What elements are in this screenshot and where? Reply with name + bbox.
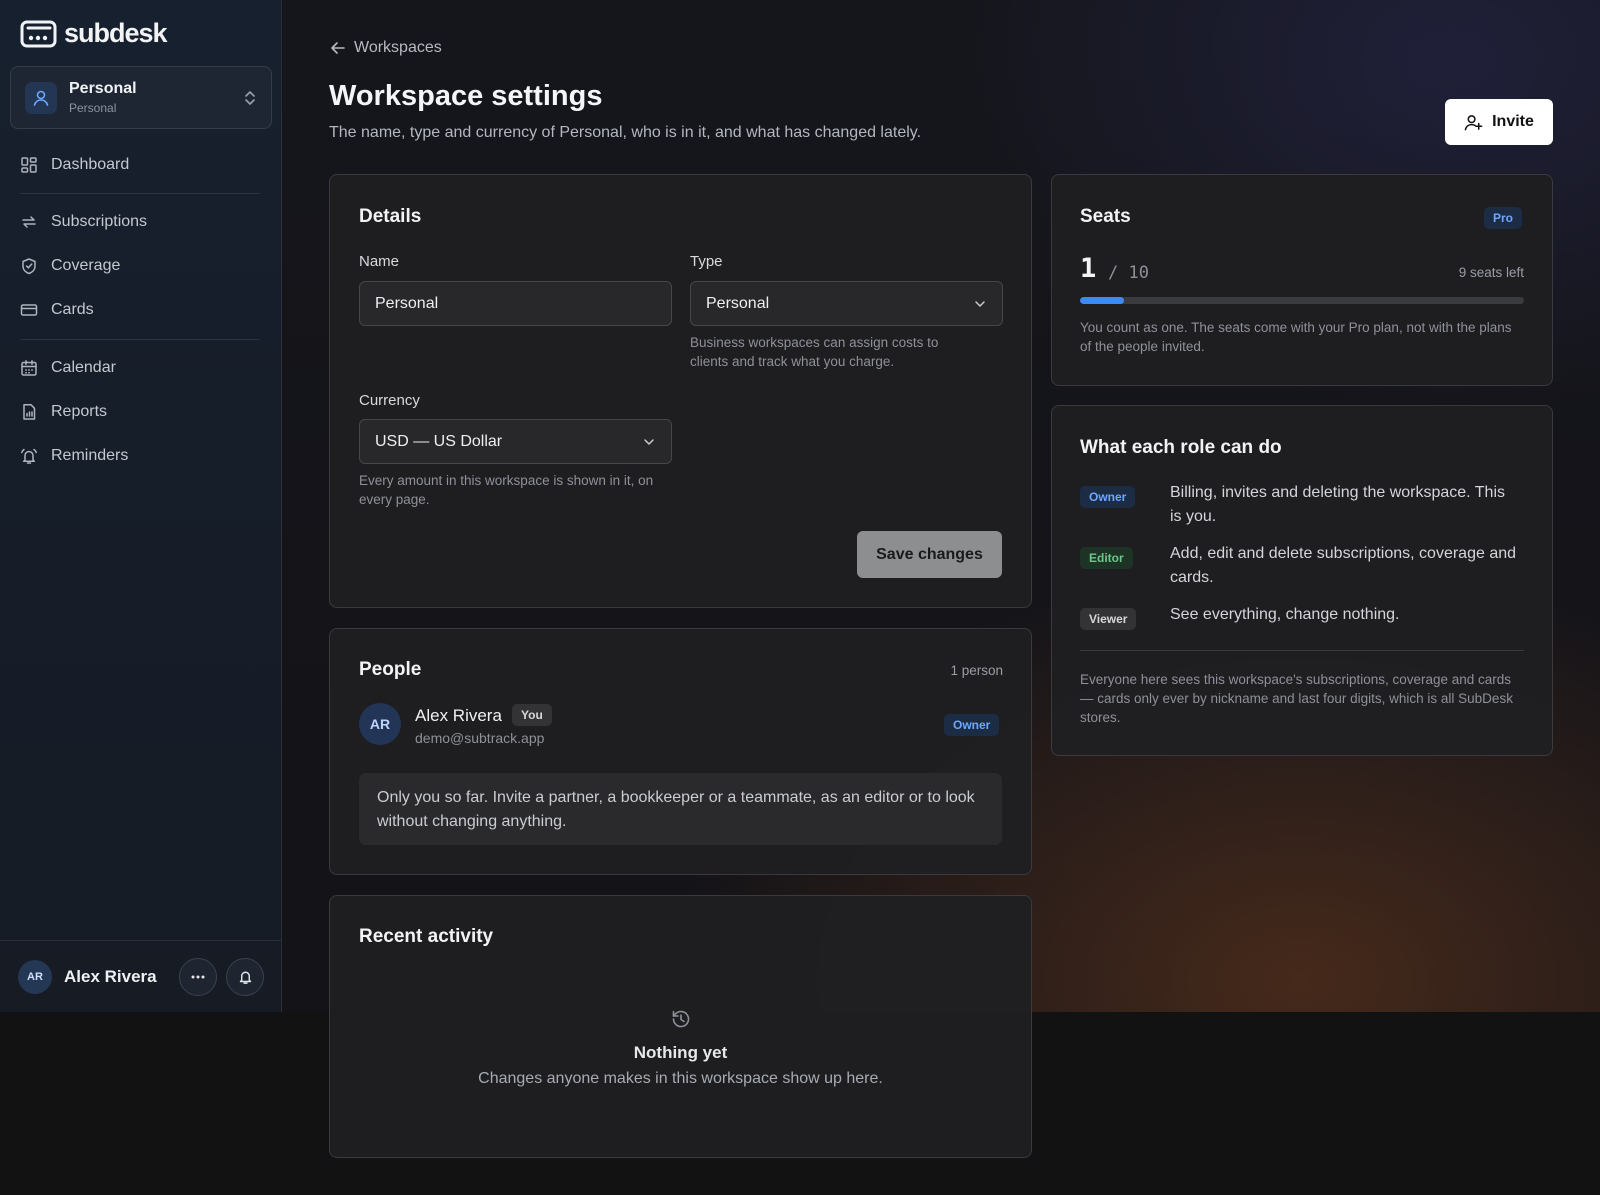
owner-role-description: Billing, invites and deleting the worksp… bbox=[1170, 484, 1505, 525]
save-button[interactable]: Save changes bbox=[857, 531, 1002, 578]
user-plus-icon bbox=[1464, 114, 1483, 130]
seats-total: / 10 bbox=[1108, 263, 1149, 283]
currency-label: Currency bbox=[359, 392, 420, 409]
activity-title: Recent activity bbox=[359, 926, 494, 947]
currency-hint: Every amount in this workspace is shown … bbox=[359, 473, 654, 507]
sidebar-item-label: Reminders bbox=[51, 447, 129, 464]
people-empty-note: Only you so far. Invite a partner, a boo… bbox=[359, 773, 1002, 845]
bell-icon bbox=[239, 971, 251, 984]
user-name: Alex Rivera bbox=[64, 966, 157, 986]
arrow-left-icon bbox=[331, 42, 345, 54]
role-badge: Owner bbox=[944, 714, 1000, 736]
app-logo[interactable]: subdesk bbox=[20, 18, 168, 49]
nav-divider bbox=[20, 339, 260, 340]
you-badge: You bbox=[512, 704, 552, 726]
seats-note: You count as one. The seats come with yo… bbox=[1080, 320, 1512, 354]
owner-role-badge: Owner bbox=[1080, 486, 1136, 508]
viewer-role-badge: Viewer bbox=[1080, 608, 1137, 630]
calendar-icon bbox=[21, 360, 37, 376]
type-hint: Business workspaces can assign costs to … bbox=[690, 335, 939, 369]
app-name: subdesk bbox=[64, 18, 168, 48]
sidebar-item-subscriptions[interactable]: Subscriptions bbox=[20, 207, 147, 237]
sidebar-user: AR Alex Rivera bbox=[0, 940, 282, 1012]
avatar: AR bbox=[359, 703, 401, 745]
editor-role-description: Add, edit and delete subscriptions, cove… bbox=[1170, 545, 1517, 586]
sidebar-item-reminders[interactable]: Reminders bbox=[20, 441, 128, 471]
roles-title: What each role can do bbox=[1080, 437, 1282, 458]
roles-note: Everyone here sees this workspace's subs… bbox=[1080, 672, 1513, 725]
activity-empty-text: Changes anyone makes in this workspace s… bbox=[478, 1070, 883, 1087]
page-title: Workspace settings bbox=[329, 80, 603, 112]
plan-badge: Pro bbox=[1484, 207, 1523, 229]
workspace-name: Personal bbox=[69, 80, 137, 97]
sidebar: subdesk Personal Personal Dashboard Subs… bbox=[0, 0, 282, 1012]
details-title: Details bbox=[359, 206, 422, 227]
sidebar-item-calendar[interactable]: Calendar bbox=[20, 353, 116, 383]
activity-empty-title: Nothing yet bbox=[633, 1043, 728, 1062]
name-input[interactable]: Personal bbox=[359, 281, 672, 326]
shield-icon bbox=[22, 258, 36, 275]
sidebar-item-cards[interactable]: Cards bbox=[20, 295, 94, 325]
user-icon bbox=[25, 81, 57, 114]
sidebar-item-label: Reports bbox=[51, 403, 108, 420]
roles-divider bbox=[1080, 650, 1524, 651]
sidebar-item-reports[interactable]: Reports bbox=[20, 397, 107, 427]
sidebar-item-label: Cards bbox=[51, 301, 94, 318]
sidebar-item-dashboard[interactable]: Dashboard bbox=[20, 150, 129, 180]
currency-select-value: USD — US Dollar bbox=[375, 432, 503, 450]
sidebar-item-label: Dashboard bbox=[51, 156, 130, 173]
seats-left: 9 seats left bbox=[1458, 265, 1524, 280]
chevron-up-down-icon bbox=[245, 90, 255, 105]
seats-used: 1 bbox=[1080, 253, 1097, 284]
name-input-value: Personal bbox=[375, 294, 439, 312]
type-select-value: Personal bbox=[706, 294, 770, 312]
sidebar-item-label: Subscriptions bbox=[51, 213, 148, 230]
nav-divider bbox=[20, 193, 260, 194]
sidebar-item-label: Calendar bbox=[51, 359, 116, 376]
breadcrumb[interactable]: Workspaces bbox=[330, 39, 442, 57]
repeat-icon bbox=[22, 216, 36, 228]
more-horizontal-icon bbox=[191, 975, 205, 978]
history-icon bbox=[672, 1010, 690, 1028]
editor-role-badge: Editor bbox=[1080, 547, 1133, 569]
viewer-role-description: See everything, change nothing. bbox=[1170, 606, 1400, 623]
chevron-down-icon bbox=[644, 438, 654, 445]
invite-label: Invite bbox=[1492, 113, 1534, 130]
page-subtitle: The name, type and currency of Personal,… bbox=[329, 124, 922, 141]
more-options-button[interactable] bbox=[179, 957, 217, 996]
workspace-switcher[interactable]: Personal Personal bbox=[10, 66, 272, 129]
seats-progress-fill bbox=[1080, 297, 1125, 304]
credit-card-icon bbox=[20, 304, 38, 316]
seats-title: Seats bbox=[1080, 206, 1131, 227]
member-email: demo@subtrack.app bbox=[415, 730, 545, 746]
type-label: Type bbox=[690, 253, 723, 270]
name-label: Name bbox=[359, 253, 400, 270]
people-count: 1 person bbox=[950, 663, 1003, 678]
workspace-type: Personal bbox=[69, 101, 117, 115]
member-name: Alex Rivera bbox=[415, 706, 502, 725]
report-icon bbox=[23, 404, 36, 420]
sidebar-item-label: Coverage bbox=[51, 257, 121, 274]
seats-progress-bar bbox=[1080, 297, 1524, 304]
invite-button[interactable]: Invite bbox=[1445, 99, 1553, 145]
notifications-button[interactable] bbox=[226, 957, 264, 996]
type-select[interactable]: Personal bbox=[690, 281, 1003, 326]
logo-icon bbox=[20, 20, 57, 47]
people-title: People bbox=[359, 659, 422, 680]
currency-select[interactable]: USD — US Dollar bbox=[359, 419, 672, 464]
sidebar-item-coverage[interactable]: Coverage bbox=[20, 251, 120, 281]
breadcrumb-label: Workspaces bbox=[354, 39, 442, 56]
dashboard-icon bbox=[21, 157, 37, 173]
chevron-down-icon bbox=[975, 300, 985, 307]
avatar[interactable]: AR bbox=[18, 959, 52, 994]
bell-ring-icon bbox=[21, 448, 37, 464]
